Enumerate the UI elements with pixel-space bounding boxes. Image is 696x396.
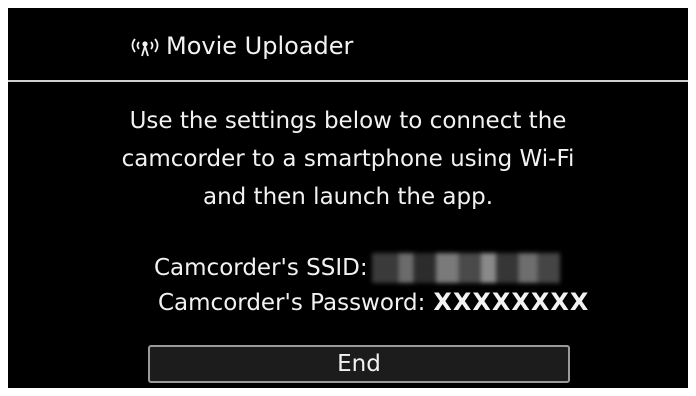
password-label: Camcorder's Password: bbox=[158, 290, 426, 316]
ssid-row: Camcorder's SSID: bbox=[154, 250, 560, 286]
instruction-message: Use the settings below to connect the ca… bbox=[8, 102, 688, 216]
instruction-line: and then launch the app. bbox=[202, 184, 494, 210]
instruction-line: Use the settings below to connect the bbox=[129, 108, 567, 134]
camcorder-screen: Movie Uploader Use the settings below to… bbox=[8, 8, 688, 388]
end-button[interactable]: End bbox=[148, 345, 570, 383]
title-bar: Movie Uploader bbox=[8, 8, 688, 80]
ssid-value-redacted bbox=[371, 253, 560, 283]
password-row: Camcorder's Password: XXXXXXXX bbox=[158, 284, 589, 320]
wifi-antenna-icon bbox=[128, 36, 162, 58]
instruction-line: camcorder to a smartphone using Wi-Fi bbox=[121, 146, 575, 172]
title-divider bbox=[8, 80, 688, 82]
password-value: XXXXXXXX bbox=[433, 288, 590, 316]
ssid-label: Camcorder's SSID: bbox=[154, 255, 368, 281]
screen-title: Movie Uploader bbox=[166, 32, 354, 60]
